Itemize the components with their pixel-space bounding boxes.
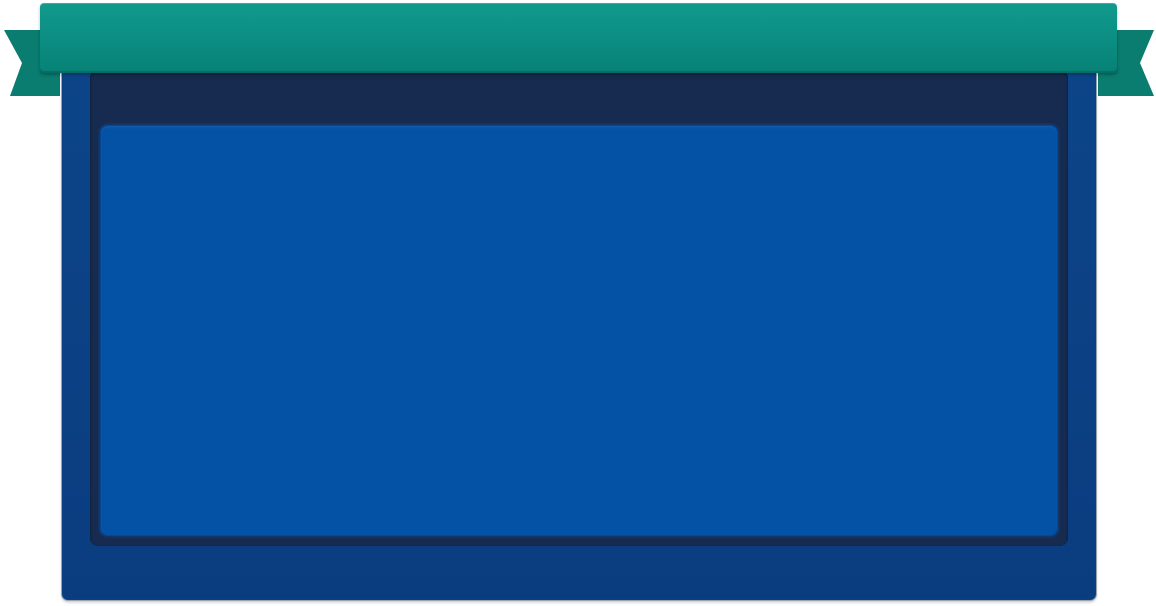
banner-title (40, 3, 1117, 73)
dialog-panel-stage (0, 0, 1156, 606)
title-banner (40, 3, 1117, 73)
content-area (100, 125, 1058, 536)
